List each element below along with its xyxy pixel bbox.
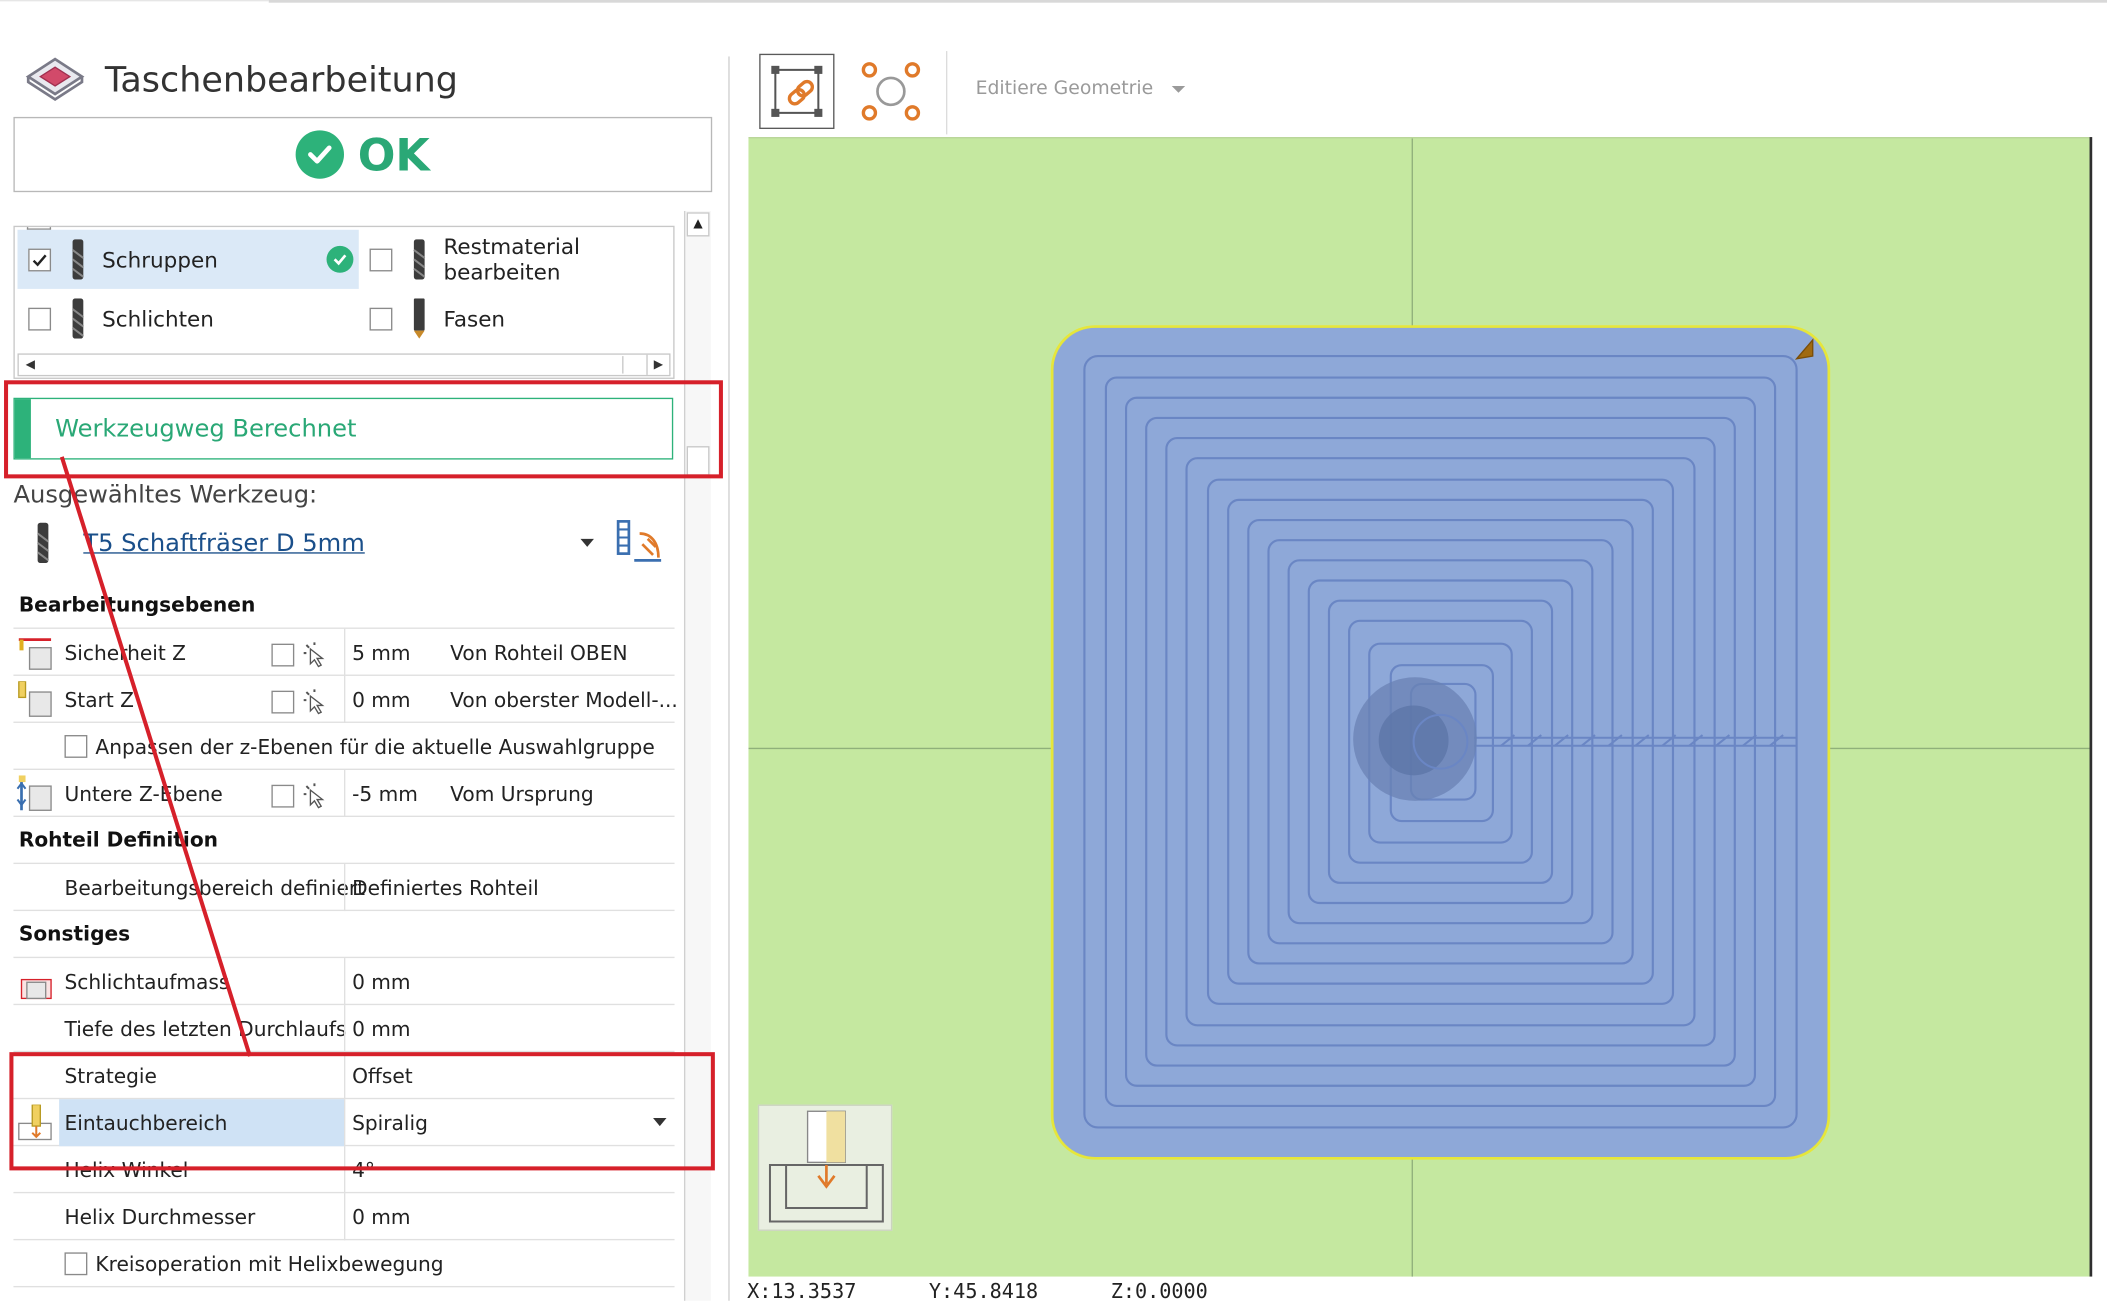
edit-geometry-dropdown[interactable]: Editiere Geometrie	[975, 77, 1186, 100]
chain-select-icon	[771, 65, 823, 117]
3d-viewport[interactable]	[748, 137, 2090, 1277]
select-geometry-button[interactable]	[759, 53, 835, 129]
view-orientation-widget[interactable]	[757, 1104, 893, 1231]
coord-x: X:13.3537	[747, 1279, 857, 1301]
coord-y: Y:45.8418	[928, 1279, 1039, 1301]
coord-z: Z:0.0000	[1110, 1279, 1208, 1301]
annotation-arrow-line	[59, 456, 252, 1057]
points-icon	[861, 62, 921, 121]
side-view-icon	[768, 1110, 884, 1223]
select-points-button[interactable]	[856, 56, 926, 126]
coordinate-readout: X:13.3537 Y:45.8418 Z:0.0000	[747, 1279, 1280, 1301]
edit-geometry-label: Editiere Geometrie	[975, 77, 1154, 100]
chevron-down-icon	[1171, 85, 1186, 93]
